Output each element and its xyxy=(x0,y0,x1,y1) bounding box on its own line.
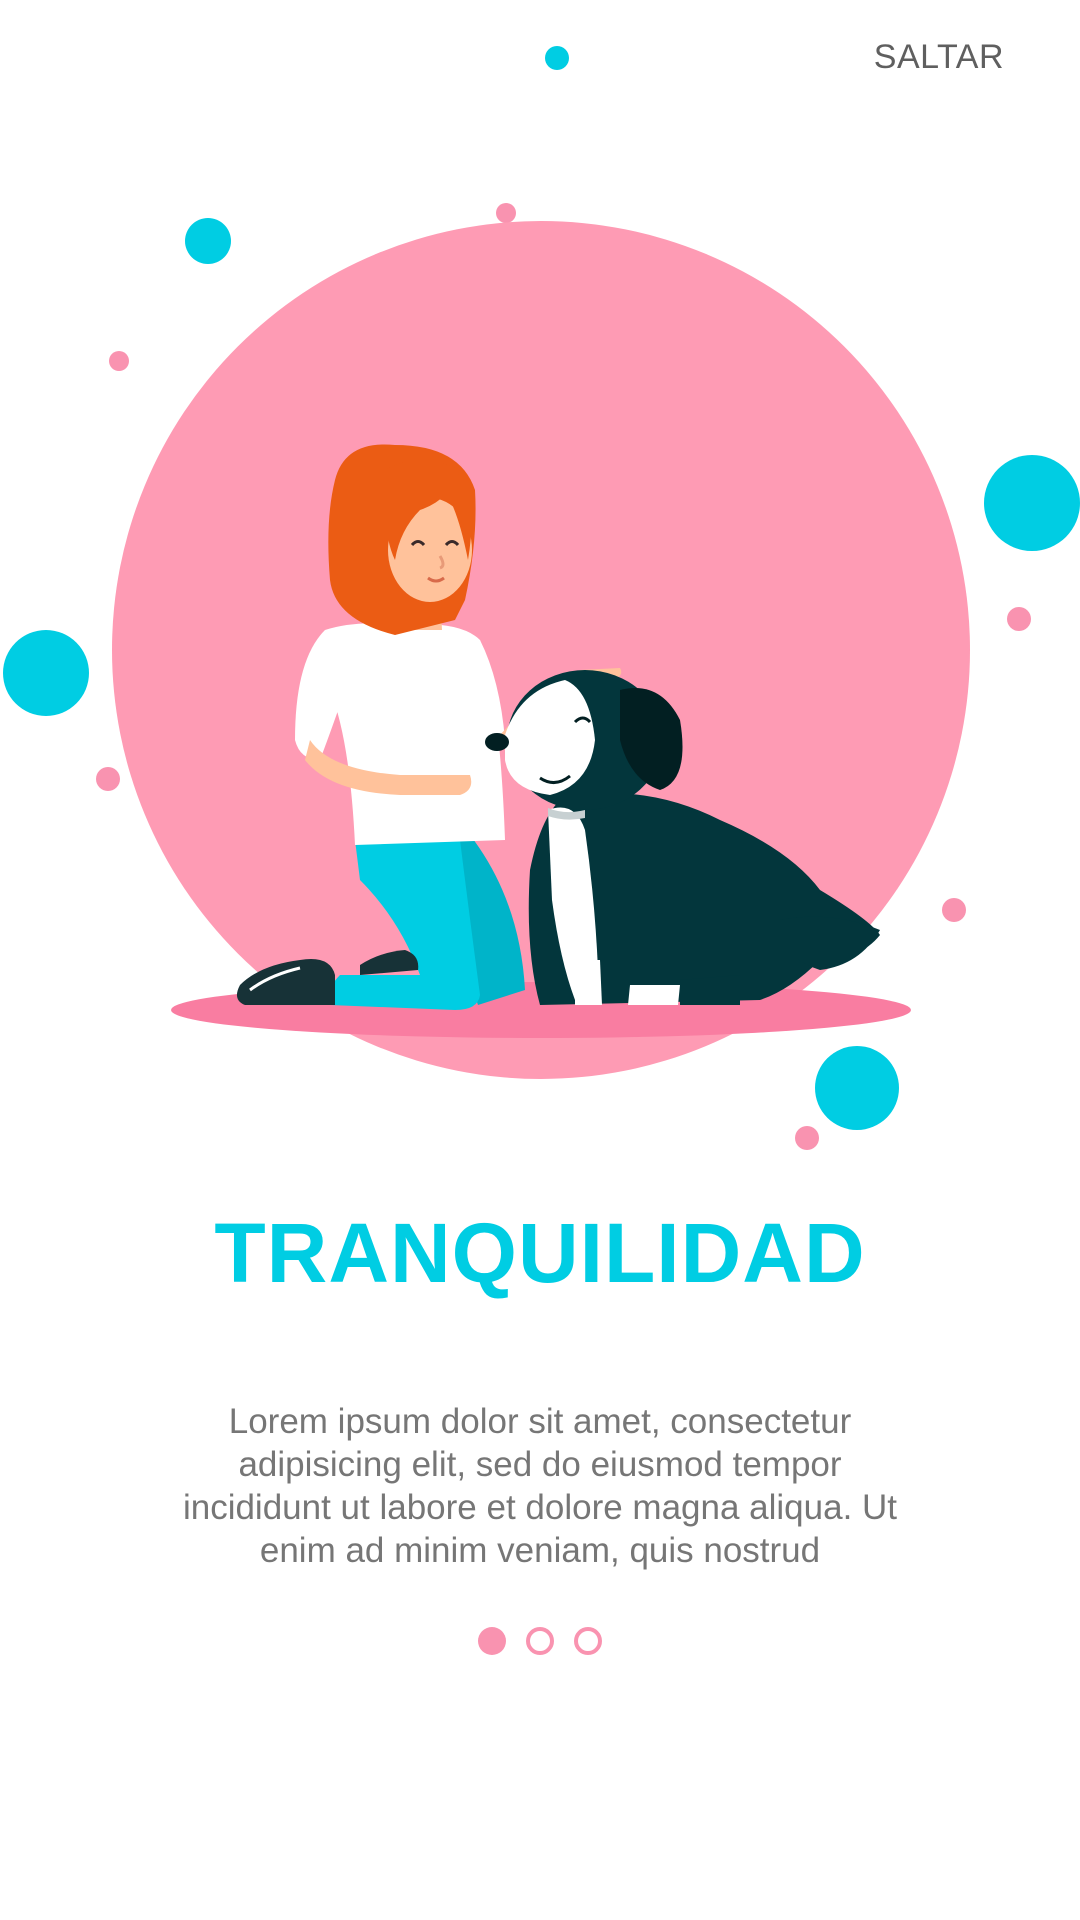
woman-petting-dog-illustration xyxy=(3,46,1080,1150)
decor-bubble xyxy=(942,898,966,922)
decor-bubble xyxy=(185,218,231,264)
decor-bubble xyxy=(3,630,89,716)
decor-bubble xyxy=(795,1126,819,1150)
decor-bubble xyxy=(109,351,129,371)
decor-bubble xyxy=(815,1046,899,1130)
page-dot-3[interactable] xyxy=(574,1627,602,1655)
decor-bubble xyxy=(96,767,120,791)
decor-bubble xyxy=(545,46,569,70)
page-dot-2[interactable] xyxy=(526,1627,554,1655)
onboarding-description: Lorem ipsum dolor sit amet, consectetur … xyxy=(182,1402,898,1570)
decor-bubble xyxy=(496,203,516,223)
page-dot-1[interactable] xyxy=(478,1627,506,1655)
decor-bubble xyxy=(984,455,1080,551)
page-indicator xyxy=(0,1627,1080,1655)
decor-bubble xyxy=(1007,607,1031,631)
onboarding-title: TRANQUILIDAD xyxy=(214,1206,866,1300)
